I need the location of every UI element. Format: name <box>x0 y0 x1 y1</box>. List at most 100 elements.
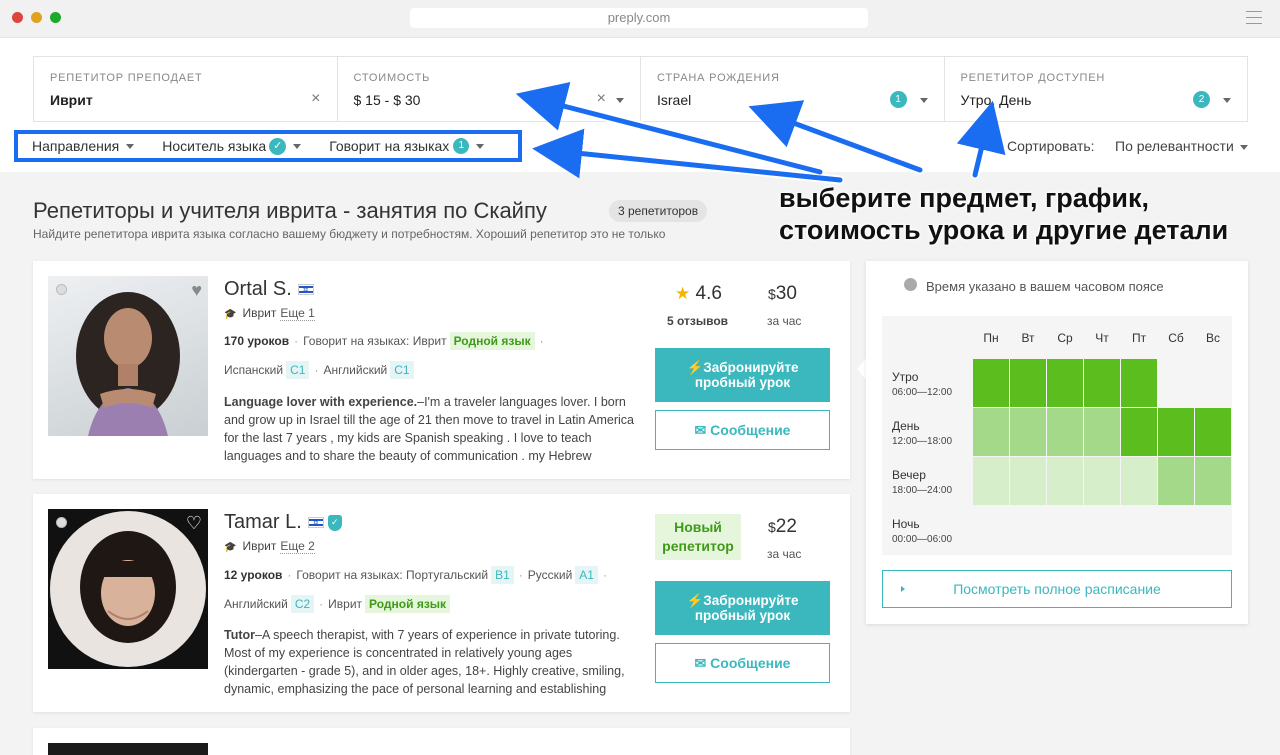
tutor-name[interactable]: Tamar L. ✡ ✓ <box>224 511 342 534</box>
page-title: Репетиторы и учителя иврита - занятия по… <box>33 198 547 223</box>
sort-label: Сортировать: <box>1007 138 1095 154</box>
filter-country[interactable]: СТРАНА РОЖДЕНИЯ Israel 1 <box>641 57 945 121</box>
verified-shield-icon: ✓ <box>327 514 342 531</box>
close-window-icon[interactable] <box>12 12 23 23</box>
speaks-languages-label: Говорит на языках <box>329 138 450 154</box>
menu-icon[interactable] <box>1246 11 1262 24</box>
per-hour-label: за час <box>767 547 802 561</box>
native-speaker-dropdown[interactable]: Носитель языка ✓ <box>162 137 302 155</box>
heart-icon[interactable]: ♥ <box>191 280 202 301</box>
filter-value: Иврит <box>50 92 93 108</box>
day-header: Вс <box>1205 331 1220 345</box>
filter-value: Israel <box>657 92 692 108</box>
price-value: 30 <box>775 283 797 304</box>
avatar <box>50 511 206 667</box>
availability-cell <box>1047 457 1083 505</box>
book-line2: пробный урок <box>694 375 791 390</box>
price-value: 22 <box>775 516 797 537</box>
level-tag: B1 <box>491 566 514 584</box>
israel-flag-icon: ✡ <box>307 517 324 529</box>
availability-cell <box>1010 359 1046 407</box>
annotation-text: выберите предмет, график, стоимость урок… <box>779 182 1228 246</box>
filter-availability[interactable]: РЕПЕТИТОР ДОСТУПЕН Утро, День 2 <box>945 57 1248 121</box>
time-slot-label: День 12:00—18:00 <box>892 419 953 447</box>
tutor-photo[interactable]: ♡ <box>48 509 208 669</box>
availability-cell <box>1158 457 1194 505</box>
language: Испанский <box>224 363 284 377</box>
reviews-count[interactable]: 5 отзывов <box>667 314 728 328</box>
filter-label: РЕПЕТИТОР ДОСТУПЕН <box>960 72 1106 84</box>
book-line1: ⚡Забронируйте <box>686 593 799 608</box>
native-tag: Родной язык <box>365 595 451 613</box>
availability-cell <box>1084 359 1120 407</box>
new-tutor-badge: Новый репетитор <box>655 514 741 560</box>
check-icon: ✓ <box>269 137 287 155</box>
lessons-count: 170 уроков <box>224 334 290 348</box>
tutor-name[interactable]: Ortal S. ✡ <box>224 278 314 301</box>
more-subjects-link[interactable]: Еще 2 <box>280 539 315 554</box>
online-status-icon <box>56 517 67 528</box>
level-tag: C1 <box>286 361 310 379</box>
clear-icon[interactable]: × <box>597 90 606 108</box>
book-trial-button[interactable]: ⚡Забронируйте пробный урок <box>655 581 830 635</box>
tutor-card[interactable]: ♥ Ortal S. ✡ 🎓 Иврит Еще 1 170 уроков · Говор… <box>33 261 850 479</box>
tutor-name-text: Tamar L. <box>224 511 302 533</box>
israel-flag-icon: ✡ <box>297 284 314 296</box>
day-header: Пт <box>1131 331 1147 345</box>
directions-dropdown[interactable]: Направления <box>32 138 135 154</box>
page-subtitle: Найдите репетитора иврита языка согласно… <box>33 227 666 241</box>
price: $30 <box>768 283 797 305</box>
availability-cell <box>1084 408 1120 456</box>
maximize-window-icon[interactable] <box>50 12 61 23</box>
minimize-window-icon[interactable] <box>31 12 42 23</box>
book-line2: пробный урок <box>694 608 791 623</box>
tutor-card[interactable] <box>33 728 850 755</box>
avatar <box>76 292 180 436</box>
annotation-line1: выберите предмет, график, <box>779 183 1149 213</box>
desc-text: –A speech therapist, with 7 years of exp… <box>224 628 625 696</box>
tutor-photo[interactable] <box>48 743 208 755</box>
speaks-label: Говорит на языках: Португальский <box>296 568 489 582</box>
filter-value: Утро, День <box>960 92 1032 108</box>
languages-line: Английский C2 · Иврит Родной язык <box>224 595 451 613</box>
directions-label: Направления <box>32 138 120 154</box>
play-icon <box>901 586 905 592</box>
tutor-card[interactable]: ♡ Tamar L. ✡ ✓ 🎓 Иврит Еще 2 12 уроков · Говор… <box>33 494 850 712</box>
currency: $ <box>768 519 776 535</box>
time-slot-label: Утро 06:00—12:00 <box>892 370 953 398</box>
tutor-photo[interactable]: ♥ <box>48 276 208 436</box>
filter-subject[interactable]: РЕПЕТИТОР ПРЕПОДАЕТ Иврит × <box>34 57 338 121</box>
book-trial-button[interactable]: ⚡Забронируйте пробный урок <box>655 348 830 402</box>
filter-value: $ 15 - $ 30 <box>353 92 421 108</box>
message-button[interactable]: ✉ Сообщение <box>655 643 830 683</box>
graduation-cap-icon: 🎓 <box>224 309 237 320</box>
chevron-down-icon <box>1223 98 1231 103</box>
native-tag: Родной язык <box>449 332 535 350</box>
message-button[interactable]: ✉ Сообщение <box>655 410 830 450</box>
heart-icon[interactable]: ♡ <box>186 513 202 534</box>
availability-cell <box>1121 359 1157 407</box>
filter-price[interactable]: СТОИМОСТЬ $ 15 - $ 30 × <box>338 57 641 121</box>
day-header: Пн <box>983 331 999 345</box>
desc-headline: Language lover with experience. <box>224 395 418 409</box>
message-label: Сообщение <box>710 655 791 671</box>
rating: ★ 4.6 <box>675 283 722 305</box>
more-subjects-link[interactable]: Еще 1 <box>280 306 315 321</box>
lessons-line: 12 уроков · Говорит на языках: Португальск… <box>224 566 607 584</box>
language: Английский <box>224 597 288 611</box>
clear-icon[interactable]: × <box>311 90 320 108</box>
view-full-schedule-button[interactable]: Посмотреть полное расписание <box>882 570 1232 608</box>
browser-chrome: preply.com <box>0 0 1280 38</box>
graduation-cap-icon: 🎓 <box>224 542 237 553</box>
day-header: Чт <box>1095 331 1109 345</box>
availability-grid: Пн Вт Ср Чт Пт Сб Вс Утро 06:00—12:00 День 12:00—1… <box>882 316 1232 555</box>
filter-label: РЕПЕТИТОР ПРЕПОДАЕТ <box>50 72 203 84</box>
availability-cell <box>973 457 1009 505</box>
sort-dropdown[interactable]: По релевантности <box>1115 138 1234 154</box>
language: Русский <box>527 568 573 582</box>
speaks-languages-dropdown[interactable]: Говорит на языках 1 <box>329 138 485 154</box>
day-header: Сб <box>1168 331 1184 345</box>
day-header: Вт <box>1021 331 1035 345</box>
address-bar[interactable]: preply.com <box>410 8 868 28</box>
count-badge: 2 <box>1193 91 1210 108</box>
